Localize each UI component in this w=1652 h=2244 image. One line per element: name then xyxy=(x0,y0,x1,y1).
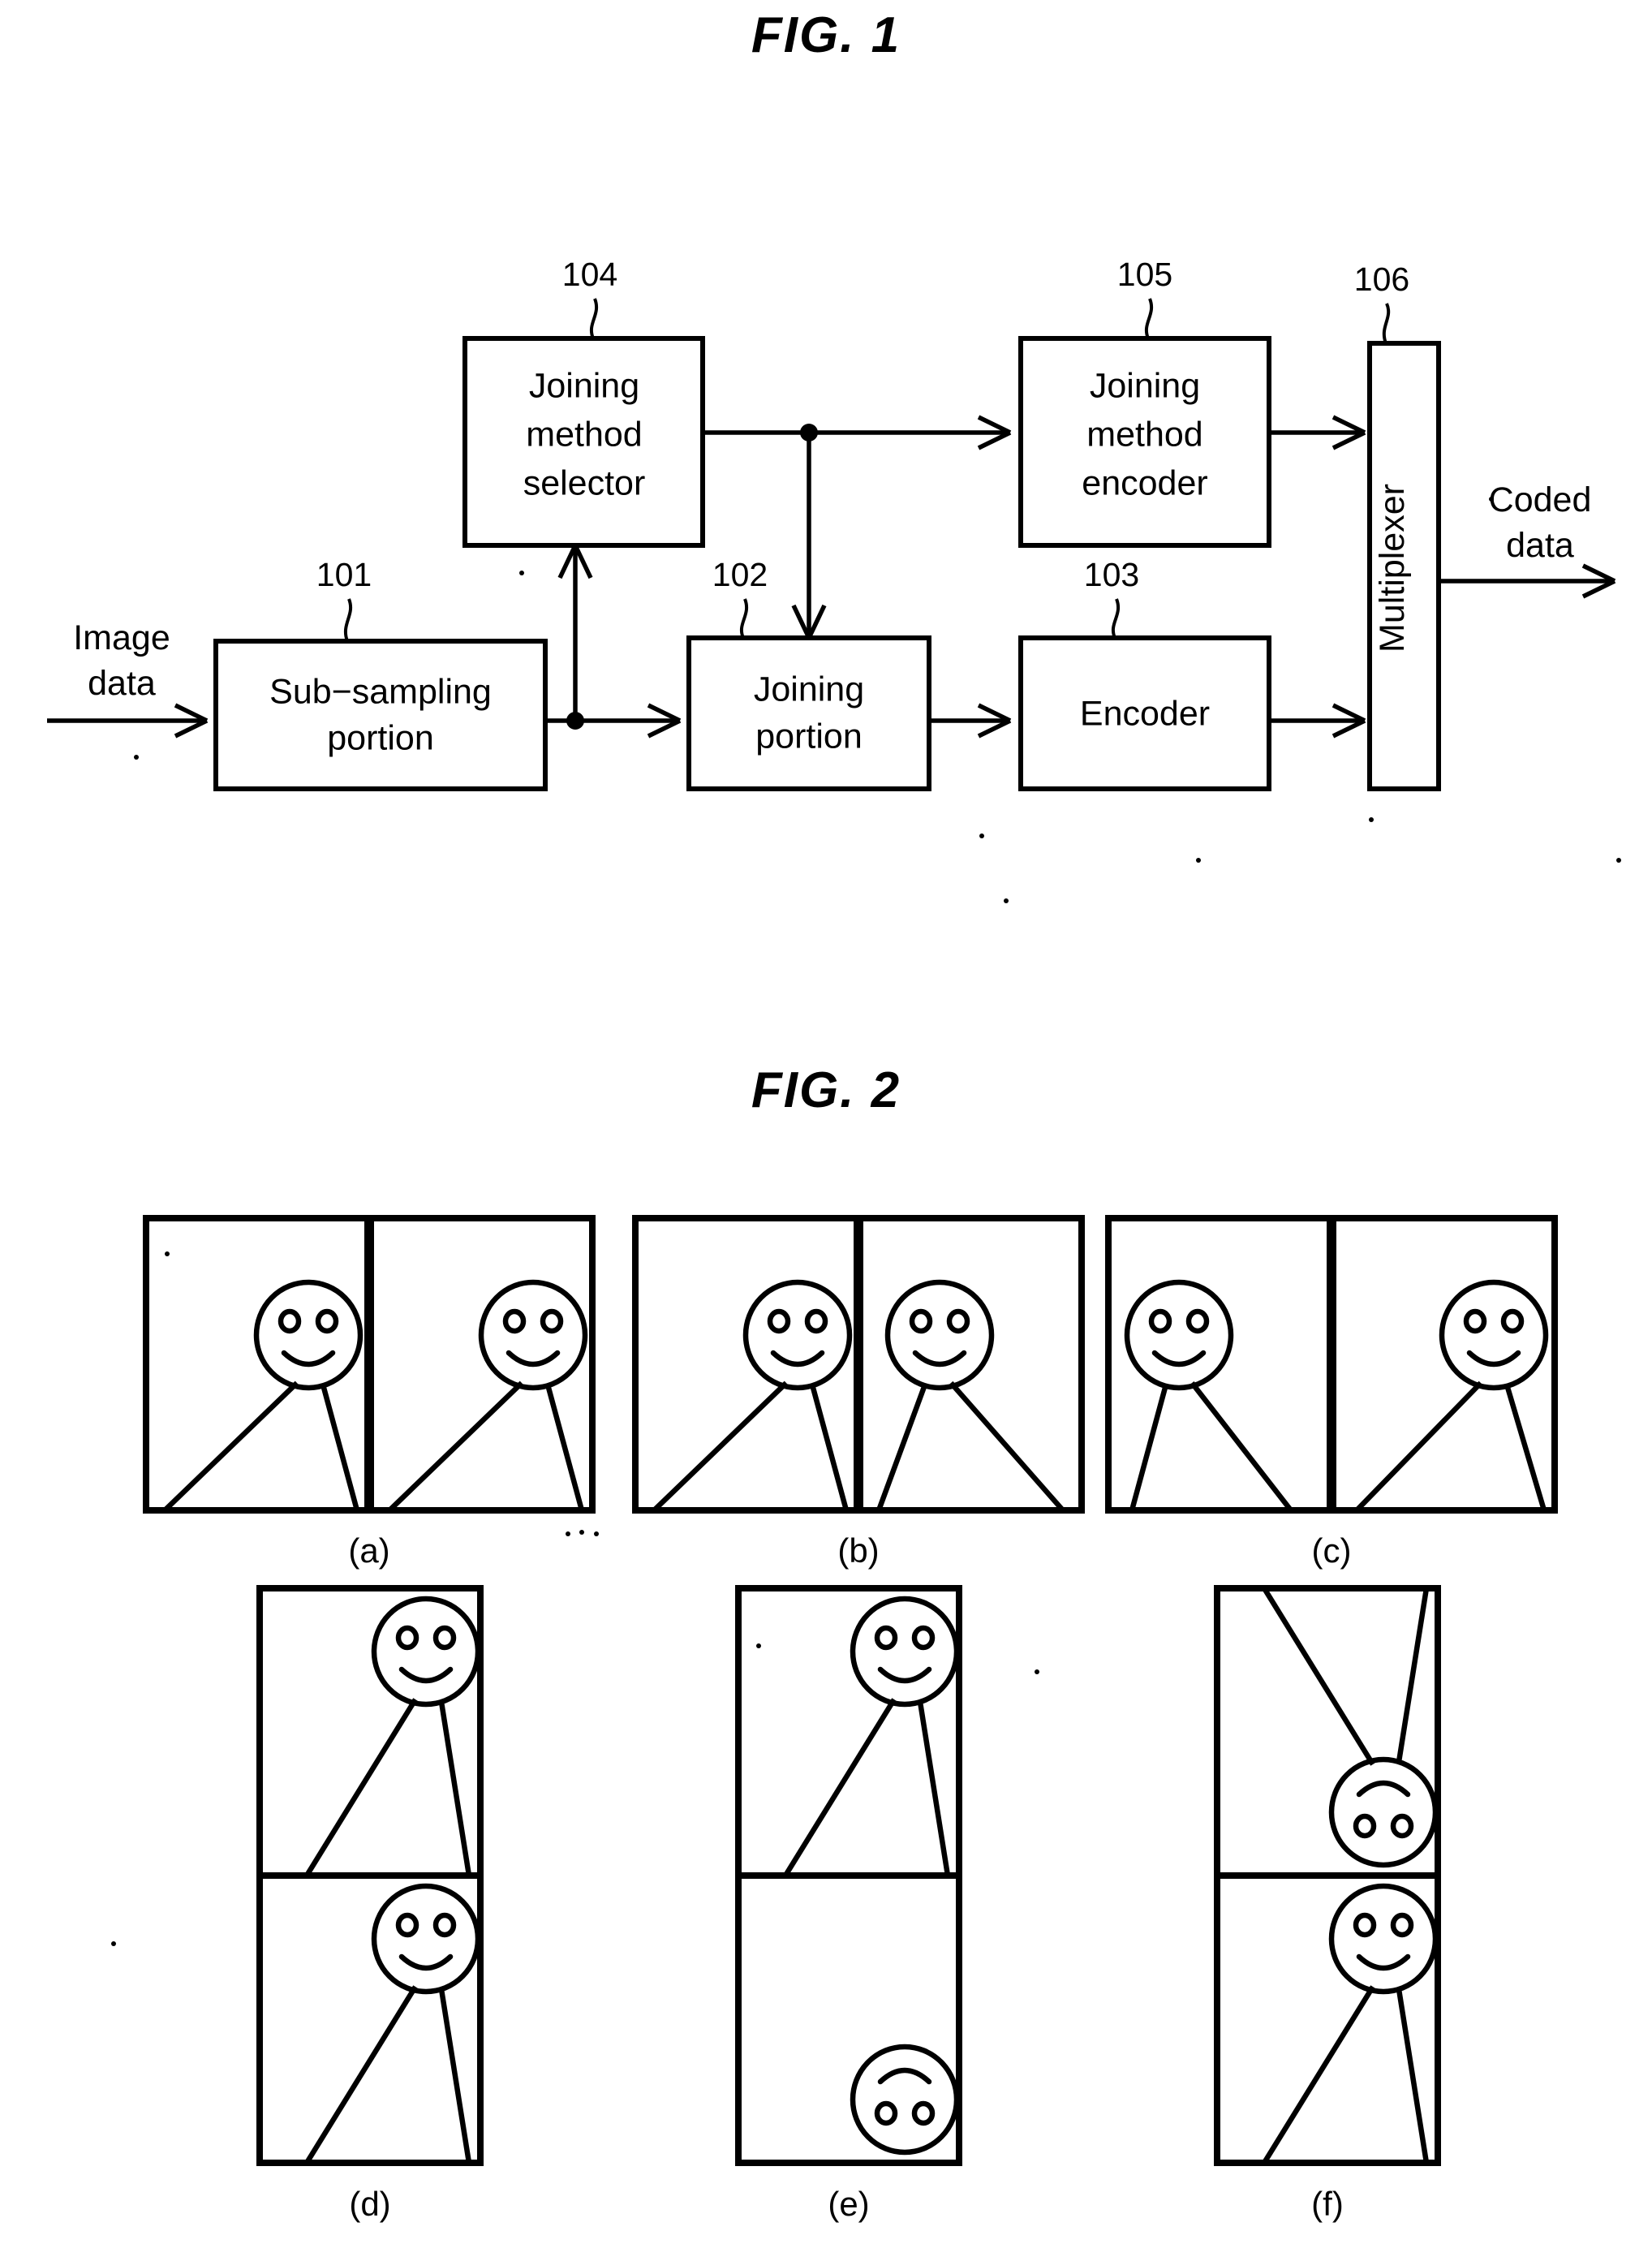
block-label-encoder: Encoder xyxy=(1080,694,1210,733)
ref-number-101: 101 xyxy=(316,556,372,593)
wire-encoder-to-mux xyxy=(1269,703,1366,739)
scan-speck xyxy=(1004,898,1009,903)
panel-c-frame-left xyxy=(1105,1215,1333,1514)
scan-speck xyxy=(1035,1669,1039,1674)
ref-number-106: 106 xyxy=(1354,261,1409,298)
panel-a-frame-left xyxy=(143,1215,371,1514)
panel-f-frame-top xyxy=(1214,1585,1441,1879)
panel-label-d: (d) xyxy=(349,2185,390,2223)
ref-103: 103 xyxy=(1084,556,1139,639)
block-label-method-encoder-line2: method xyxy=(1086,415,1202,454)
panel-e-frame-top xyxy=(735,1585,962,1879)
io-label-image-data-line2: data xyxy=(88,664,156,703)
scan-speck xyxy=(566,1531,570,1536)
figure-1-block-diagram: Sub−sampling portion 101 Joining portion… xyxy=(47,256,1621,903)
block-label-joining-portion-line2: portion xyxy=(755,717,862,756)
panel-d-frame-bottom xyxy=(256,1872,484,2166)
ref-105: 105 xyxy=(1117,256,1172,339)
panel-e[interactable]: (e) xyxy=(735,1585,962,2223)
wire-joining-to-encoder xyxy=(929,703,1012,739)
panel-d[interactable]: (d) xyxy=(256,1585,484,2223)
panel-b[interactable]: (b) xyxy=(632,1215,1085,1570)
scan-speck xyxy=(979,833,984,838)
scan-speck xyxy=(1489,497,1494,502)
ref-number-105: 105 xyxy=(1117,256,1172,293)
panel-e-frame-bottom xyxy=(735,1872,962,2166)
block-encoder[interactable]: Encoder xyxy=(1018,635,1271,791)
block-label-method-encoder-line3: encoder xyxy=(1082,463,1207,502)
panel-b-frame-left xyxy=(632,1215,860,1514)
scan-speck xyxy=(756,1643,761,1648)
ref-number-104: 104 xyxy=(562,256,617,293)
io-label-image-data-line1: Image xyxy=(73,618,170,657)
block-label-multiplexer: Multiplexer xyxy=(1373,484,1412,653)
panel-label-b: (b) xyxy=(837,1531,879,1570)
block-label-selector-line1: Joining xyxy=(529,366,639,405)
ref-number-103: 103 xyxy=(1084,556,1139,593)
figure-2-panels: (a) (b) (c) (d) (e) (f) xyxy=(111,1215,1558,2223)
ref-101: 101 xyxy=(316,556,372,642)
panel-label-c: (c) xyxy=(1312,1531,1352,1570)
figure-1-title: FIG. 1 xyxy=(751,7,901,63)
block-label-joining-portion-line1: Joining xyxy=(754,670,864,709)
scan-speck xyxy=(519,571,524,575)
scan-speck xyxy=(579,1530,584,1535)
block-label-sub-sampling-line2: portion xyxy=(327,718,433,757)
wire-method-encoder-to-mux xyxy=(1269,415,1366,450)
panel-f-frame-bottom xyxy=(1214,1872,1441,2166)
block-joining-portion[interactable]: Joining portion xyxy=(686,635,931,791)
panel-c[interactable]: (c) xyxy=(1105,1215,1558,1570)
panel-a[interactable]: (a) xyxy=(143,1215,596,1570)
wire-selector-to-encoder-and-joining xyxy=(703,415,1012,640)
wire-coded-data-out xyxy=(1439,563,1616,599)
scan-speck xyxy=(165,1251,170,1256)
block-joining-method-encoder[interactable]: Joining method encoder xyxy=(1018,336,1271,548)
ref-104: 104 xyxy=(562,256,617,339)
panel-label-a: (a) xyxy=(348,1531,389,1570)
ref-106: 106 xyxy=(1354,261,1409,344)
wire-subsampling-to-joining xyxy=(545,544,682,739)
patent-figure-sheet: FIG. 1 FIG. 2 Sub−sampling portion 101 J… xyxy=(0,0,1652,2244)
block-sub-sampling-portion[interactable]: Sub−sampling portion xyxy=(213,639,548,791)
io-label-coded-data-line2: data xyxy=(1506,526,1574,565)
panel-a-frame-right xyxy=(368,1215,596,1514)
block-label-method-encoder-line1: Joining xyxy=(1090,366,1200,405)
panel-label-f: (f) xyxy=(1311,2185,1344,2223)
wire-image-data-in xyxy=(47,703,209,739)
io-label-coded-data-line1: Coded xyxy=(1489,480,1592,519)
figure-canvas: Sub−sampling portion 101 Joining portion… xyxy=(47,256,1621,2223)
scan-speck xyxy=(111,1941,116,1946)
panel-f[interactable]: (f) xyxy=(1214,1585,1441,2223)
ref-number-102: 102 xyxy=(712,556,768,593)
scan-speck xyxy=(134,755,139,760)
scan-speck xyxy=(594,1531,599,1536)
block-label-selector-line2: method xyxy=(526,415,642,454)
block-joining-method-selector[interactable]: Joining method selector xyxy=(462,336,705,548)
ref-102: 102 xyxy=(712,556,768,639)
scan-speck xyxy=(1369,817,1374,822)
label-image-data: Image data xyxy=(73,618,170,703)
scan-speck xyxy=(1196,858,1201,863)
label-coded-data: Coded data xyxy=(1489,480,1592,565)
panel-label-e: (e) xyxy=(828,2185,869,2223)
figure-2-title: FIG. 2 xyxy=(751,1062,901,1118)
panel-b-frame-right xyxy=(857,1215,1085,1514)
block-multiplexer[interactable]: Multiplexer xyxy=(1367,341,1441,791)
panel-d-frame-top xyxy=(256,1585,484,1879)
block-label-sub-sampling-line1: Sub−sampling xyxy=(269,672,492,711)
scan-speck xyxy=(1616,858,1621,863)
panel-c-frame-right xyxy=(1330,1215,1558,1514)
block-label-selector-line3: selector xyxy=(523,463,646,502)
